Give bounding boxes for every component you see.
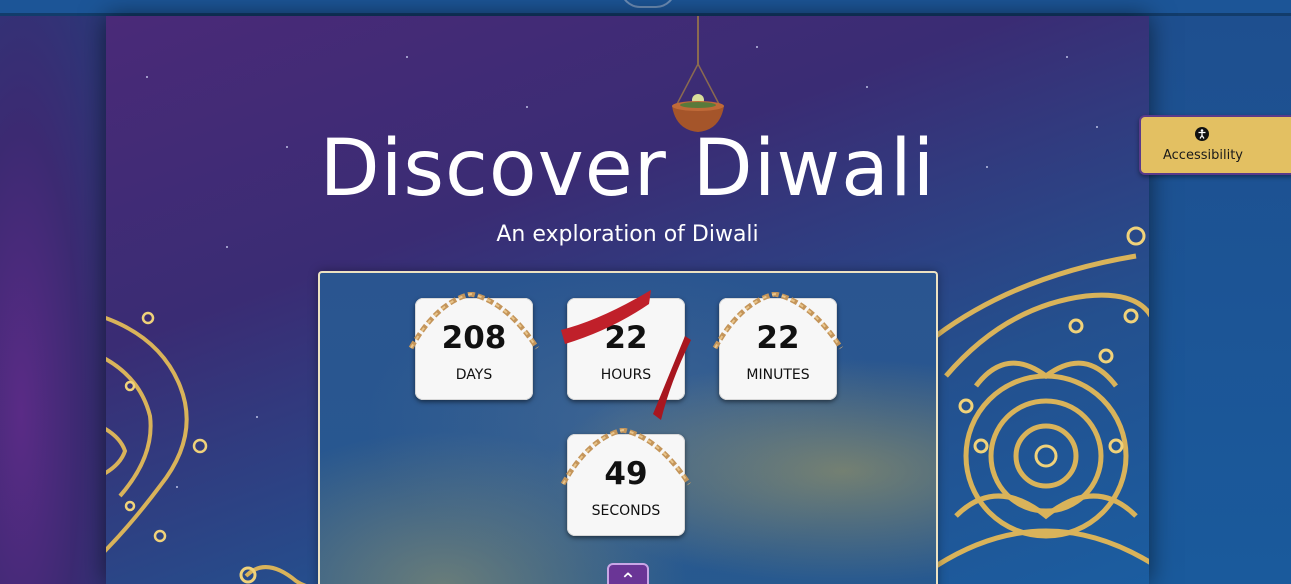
- star-decoration: [866, 86, 868, 88]
- countdown-minutes-tile: 22 MINUTES: [712, 292, 844, 400]
- top-navigation-bar: [0, 0, 1291, 16]
- star-decoration: [146, 76, 148, 78]
- countdown-hours-tile: 22 HOURS: [561, 290, 691, 420]
- hero-section: Discover Diwali An exploration of Diwali…: [106, 16, 1149, 584]
- countdown-days-tile: 208 DAYS: [408, 292, 540, 400]
- mandala-decoration-left: [106, 311, 208, 553]
- hanging-lamp-icon: [672, 16, 724, 132]
- countdown-minutes-label: MINUTES: [746, 367, 810, 383]
- star-decoration: [256, 416, 258, 418]
- site-logo[interactable]: [620, 0, 676, 8]
- star-decoration: [526, 106, 528, 108]
- countdown-days-value: 208: [441, 320, 507, 356]
- accessibility-button[interactable]: Accessibility: [1139, 115, 1291, 175]
- countdown-minutes-value: 22: [756, 320, 800, 356]
- right-backdrop: [1149, 16, 1291, 584]
- scroll-up-button[interactable]: ⌃: [607, 563, 649, 584]
- countdown-panel: 208 DAYS 22 HOURS 22 MINUTES 49 SECONDS: [318, 271, 938, 584]
- chevron-up-icon: ⌃: [619, 568, 637, 584]
- countdown-seconds-label: SECONDS: [591, 503, 661, 519]
- left-backdrop: [0, 16, 106, 584]
- star-decoration: [756, 46, 758, 48]
- countdown-seconds-value: 49: [604, 456, 648, 492]
- page-title: Discover Diwali: [319, 124, 936, 214]
- swirl-decoration: [239, 565, 307, 584]
- accessibility-label: Accessibility: [1163, 148, 1243, 163]
- accessibility-icon: [1195, 127, 1209, 141]
- star-decoration: [406, 56, 408, 58]
- countdown-days-label: DAYS: [455, 367, 493, 383]
- star-decoration: [1066, 56, 1068, 58]
- red-ribbon-icon: [561, 290, 691, 420]
- countdown-seconds-tile: 49 SECONDS: [560, 428, 692, 536]
- page-subtitle: An exploration of Diwali: [496, 222, 759, 247]
- mandala-decoration-right: [936, 226, 1149, 569]
